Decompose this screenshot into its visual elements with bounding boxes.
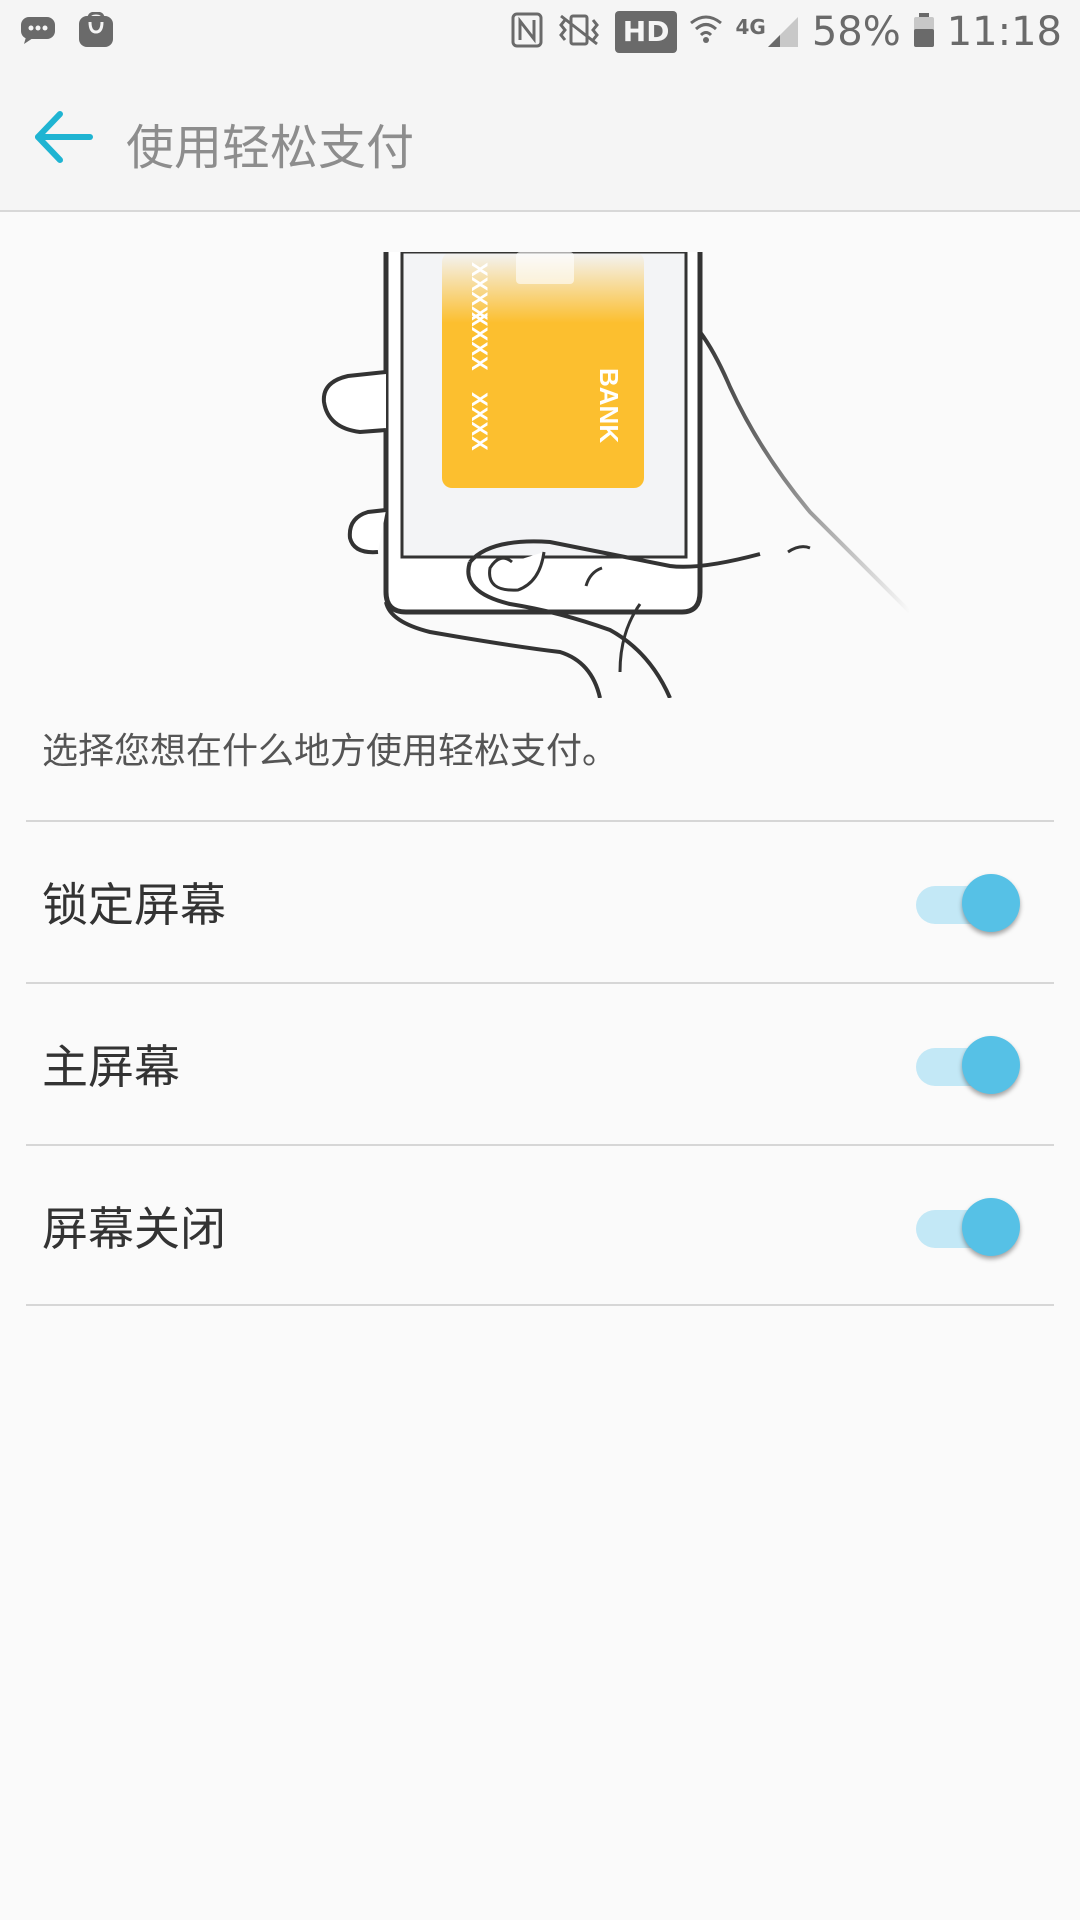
setting-row-home-screen[interactable]: 主屏幕	[0, 984, 1080, 1144]
messages-icon	[20, 15, 56, 49]
screen-off-toggle[interactable]	[912, 1194, 1024, 1258]
setting-row-screen-off[interactable]: 屏幕关闭	[0, 1146, 1080, 1306]
lock-screen-toggle[interactable]	[912, 870, 1024, 934]
app-bar: 使用轻松支付	[0, 62, 1080, 212]
galaxy-store-icon	[78, 11, 114, 52]
home-screen-toggle[interactable]	[912, 1032, 1024, 1096]
card-number-group-3: XXXX	[467, 392, 492, 451]
setting-label: 主屏幕	[42, 1040, 180, 1094]
network-type-label: 4G	[735, 15, 766, 39]
clock: 11:18	[946, 9, 1062, 55]
toggle-knob	[962, 1036, 1020, 1094]
battery-icon	[913, 12, 935, 52]
back-arrow-icon	[35, 111, 93, 163]
wifi-icon	[689, 13, 723, 51]
status-bar: HD 4G 58% 11:18	[0, 0, 1080, 62]
hd-icon: HD	[614, 11, 678, 53]
back-button[interactable]	[28, 102, 98, 172]
setting-label: 屏幕关闭	[42, 1202, 226, 1256]
setting-row-lock-screen[interactable]: 锁定屏幕	[0, 822, 1080, 982]
nfc-icon	[511, 12, 543, 52]
setting-label: 锁定屏幕	[42, 878, 226, 932]
toggle-knob	[962, 874, 1020, 932]
signal-4g-icon: 4G	[735, 15, 799, 49]
easy-pay-illustration: BANK XXXX XXXX XXXX	[320, 250, 980, 699]
toggle-knob	[962, 1198, 1020, 1256]
description-text: 选择您想在什么地方使用轻松支付。	[42, 731, 619, 772]
bank-card: BANK XXXX XXXX XXXX	[442, 252, 644, 488]
page-title: 使用轻松支付	[126, 120, 415, 176]
vibrate-icon	[555, 12, 603, 52]
divider	[26, 1304, 1054, 1306]
card-bank-label: BANK	[594, 368, 624, 443]
card-number-group-2: XXXX	[467, 312, 492, 371]
battery-percent: 58%	[811, 9, 901, 55]
